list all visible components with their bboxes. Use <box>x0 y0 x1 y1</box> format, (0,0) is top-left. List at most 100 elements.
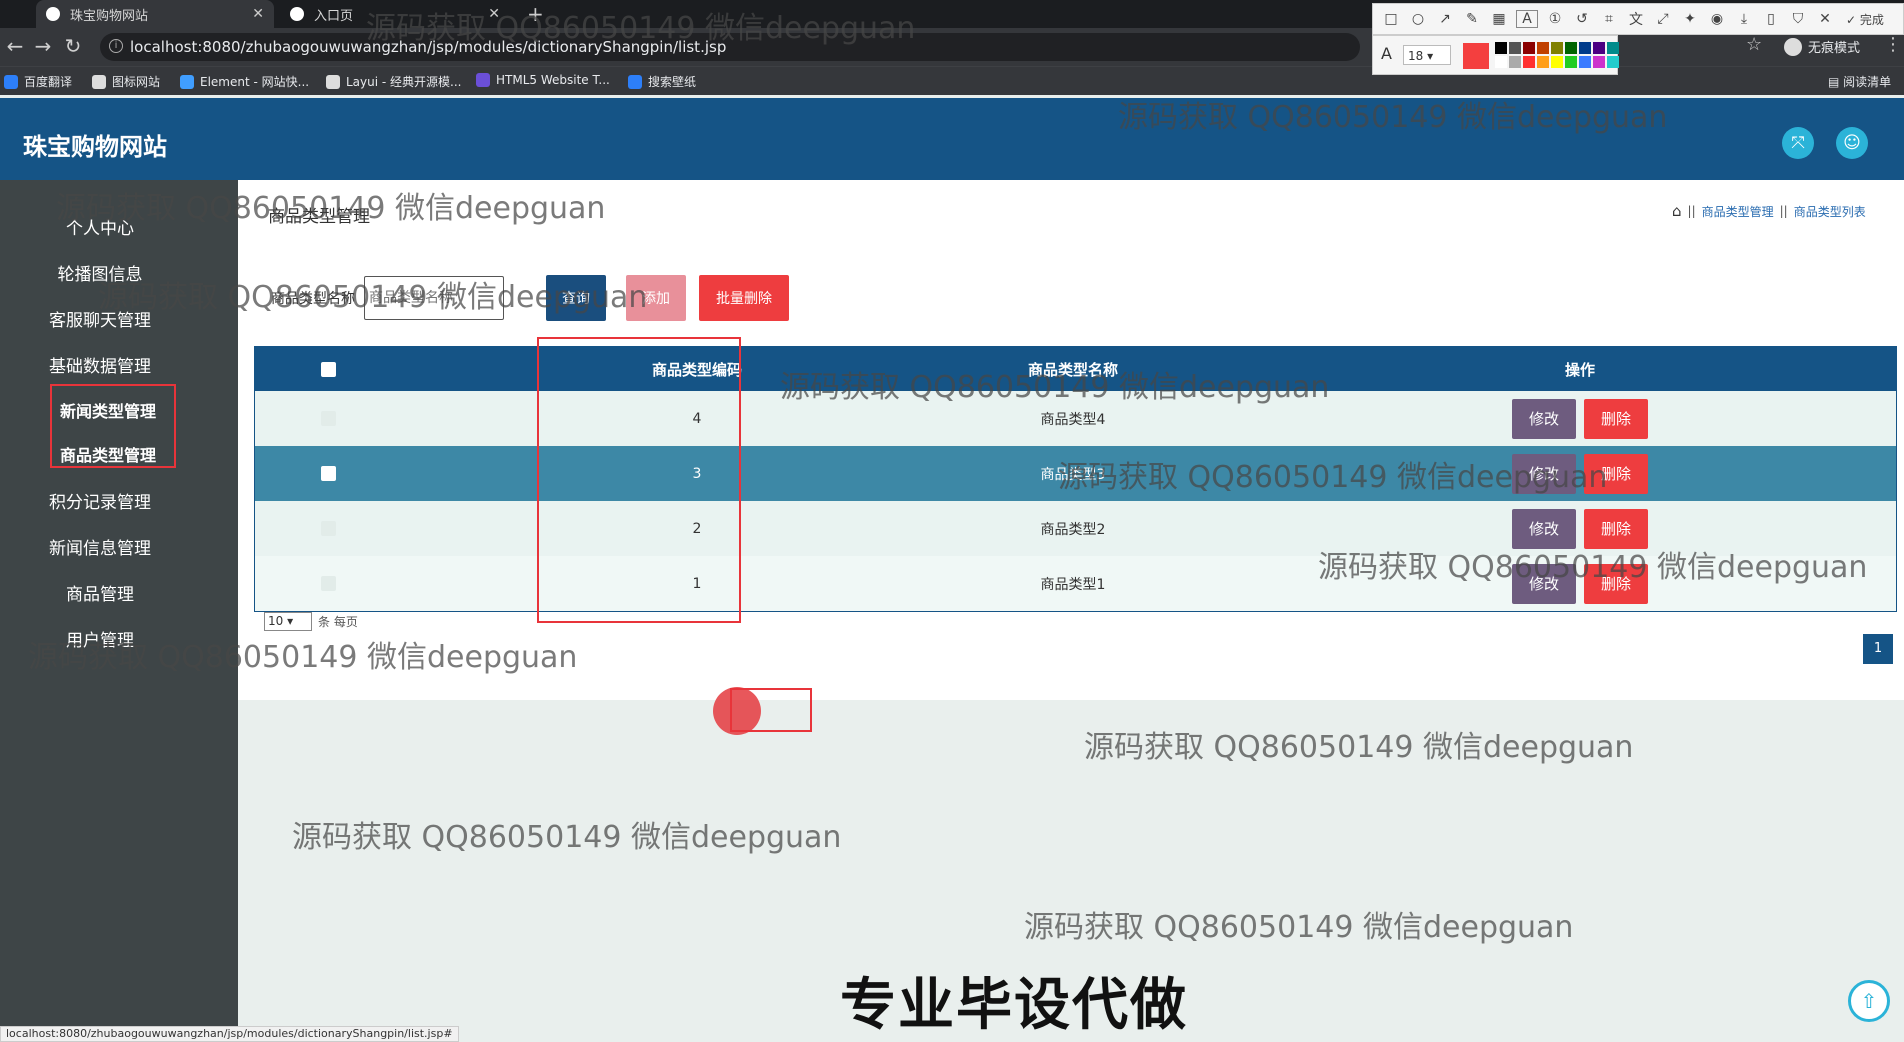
row-checkbox[interactable] <box>320 576 336 591</box>
bookmark-label: 图标网站 <box>112 75 161 89</box>
main-content: 商品类型管理 ⌂ || 商品类型管理 || 商品类型列表 商品类型名称 查询 添… <box>238 180 1904 700</box>
color-swatch[interactable] <box>1579 56 1591 68</box>
copy-icon[interactable]: ▯ <box>1761 11 1781 27</box>
pagination-page-1[interactable]: 1 <box>1863 634 1893 664</box>
text-tool-icon[interactable]: A <box>1516 10 1538 28</box>
site-title: 珠宝购物网站 <box>23 133 167 161</box>
bookmark-icon-site[interactable]: 图标网站 <box>92 73 160 90</box>
save-icon[interactable]: ⛉ <box>1788 11 1808 27</box>
color-swatch[interactable] <box>1593 42 1605 54</box>
cell-operation: 修改 删除 <box>1265 391 1895 446</box>
column-header-operation: 操作 <box>1564 360 1595 379</box>
bookmark-label: Layui - 经典开源模... <box>346 75 462 89</box>
cancel-icon[interactable]: ✕ <box>1815 11 1835 27</box>
color-swatch[interactable] <box>1509 56 1521 68</box>
pen-tool-icon[interactable]: ✎ <box>1462 11 1482 27</box>
color-palette <box>1495 42 1619 68</box>
fullscreen-icon[interactable]: ⤧ <box>1782 127 1814 159</box>
done-button[interactable]: ✓ 完成 <box>1846 11 1884 28</box>
bookmark-html5[interactable]: HTML5 Website T... <box>476 73 610 87</box>
reading-list-button[interactable]: ▤ 阅读清单 <box>1828 73 1891 90</box>
delete-button[interactable]: 删除 <box>1584 398 1648 439</box>
font-icon: A <box>1381 44 1392 63</box>
tab-active[interactable]: 珠宝购物网站 ✕ <box>36 0 274 28</box>
current-color-swatch[interactable] <box>1463 43 1489 69</box>
bookmark-wallpaper[interactable]: 搜索壁纸 <box>628 73 696 90</box>
select-all-checkbox[interactable] <box>320 361 336 377</box>
reading-list-label: 阅读清单 <box>1843 75 1892 89</box>
annotation-tool-row: □ ○ ↗ ✎ ▦ A ① ↺ ⌗ 文 ⤢ ✦ ◉ ⤓ ▯ ⛉ ✕ ✓ 完成 <box>1372 3 1904 35</box>
bookmark-label: 搜索壁纸 <box>648 75 697 89</box>
record-icon[interactable]: ◉ <box>1707 11 1727 27</box>
watermark-text: 源码获取 QQ86050149 微信deepguan <box>56 191 606 226</box>
html5-icon <box>476 73 490 87</box>
sidebar-item-points-record[interactable]: 积分记录管理 <box>0 488 200 513</box>
annotation-toolbar: □ ○ ↗ ✎ ▦ A ① ↺ ⌗ 文 ⤢ ✦ ◉ ⤓ ▯ ⛉ ✕ ✓ 完成 A… <box>1372 3 1904 75</box>
sidebar-item-basic-data[interactable]: 基础数据管理 <box>0 352 200 377</box>
watermark-text: 源码获取 QQ86050149 微信deepguan <box>98 280 648 315</box>
breadcrumb-item[interactable]: 商品类型管理 <box>1702 203 1774 220</box>
row-checkbox-cell <box>255 501 401 556</box>
site-info-icon[interactable]: i <box>109 39 123 53</box>
bookmark-label: HTML5 Website T... <box>496 73 610 87</box>
forward-arrow-icon[interactable]: → <box>30 34 56 58</box>
color-swatch[interactable] <box>1565 56 1577 68</box>
back-arrow-icon[interactable]: ← <box>2 34 28 58</box>
long-screenshot-icon[interactable]: ⤢ <box>1653 11 1673 27</box>
download-icon[interactable]: ⤓ <box>1734 11 1754 27</box>
row-checkbox[interactable] <box>320 521 336 536</box>
row-checkbox-cell <box>255 446 401 501</box>
edit-button[interactable]: 修改 <box>1512 398 1576 439</box>
page-size-select[interactable]: 10 ▾ <box>264 612 312 631</box>
rectangle-tool-icon[interactable]: □ <box>1381 11 1401 27</box>
color-swatch[interactable] <box>1607 42 1619 54</box>
color-swatch[interactable] <box>1495 42 1507 54</box>
row-checkbox[interactable] <box>320 411 336 426</box>
tab-label: 珠宝购物网站 <box>70 8 149 24</box>
sidebar-item-news-info[interactable]: 新闻信息管理 <box>0 534 200 559</box>
cell-name: 商品类型1 <box>1040 576 1106 593</box>
reload-icon[interactable]: ↻ <box>60 34 86 58</box>
color-swatch[interactable] <box>1565 42 1577 54</box>
bookmark-layui[interactable]: Layui - 经典开源模... <box>326 73 461 90</box>
color-swatch[interactable] <box>1523 42 1535 54</box>
breadcrumb-separator: || <box>1687 204 1696 218</box>
undo-icon[interactable]: ↺ <box>1572 11 1592 27</box>
batch-delete-button[interactable]: 批量删除 <box>699 275 789 321</box>
color-swatch[interactable] <box>1551 56 1563 68</box>
breadcrumb-separator: || <box>1779 204 1788 218</box>
pin-icon[interactable]: ✦ <box>1680 11 1700 27</box>
row-checkbox[interactable] <box>320 466 336 481</box>
select-all-cell <box>255 347 401 391</box>
color-swatch[interactable] <box>1495 56 1507 68</box>
arrow-tool-icon[interactable]: ↗ <box>1435 11 1455 27</box>
ocr-icon[interactable]: ⌗ <box>1599 11 1619 27</box>
ellipse-tool-icon[interactable]: ○ <box>1408 11 1428 27</box>
color-swatch[interactable] <box>1593 56 1605 68</box>
scroll-to-top-icon[interactable]: ⇧ <box>1848 980 1890 1022</box>
color-swatch[interactable] <box>1607 56 1619 68</box>
font-size-select[interactable]: 18 ▾ <box>1403 45 1451 65</box>
translate-icon[interactable]: 文 <box>1626 9 1646 29</box>
mosaic-tool-icon[interactable]: ▦ <box>1489 11 1509 27</box>
color-swatch[interactable] <box>1537 56 1549 68</box>
bookmark-element[interactable]: Element - 网站快... <box>180 73 309 90</box>
watermark-text: 源码获取 QQ86050149 微信deepguan <box>1118 100 1668 135</box>
color-swatch[interactable] <box>1509 42 1521 54</box>
color-swatch[interactable] <box>1523 56 1535 68</box>
number-tool-icon[interactable]: ① <box>1545 11 1565 27</box>
tab-label: 入口页 <box>314 8 354 24</box>
color-swatch[interactable] <box>1579 42 1591 54</box>
color-swatch[interactable] <box>1537 42 1549 54</box>
flag-icon <box>92 74 106 89</box>
highlight-box <box>537 337 741 623</box>
site-favicon-icon <box>46 7 60 21</box>
home-icon[interactable]: ⌂ <box>1672 202 1682 220</box>
font-size-value: 18 <box>1408 49 1424 63</box>
baidu-translate-icon <box>4 74 18 89</box>
bookmark-baidu-translate[interactable]: 百度翻译 <box>4 73 72 90</box>
close-tab-icon[interactable]: ✕ <box>252 6 264 22</box>
sidebar-item-products[interactable]: 商品管理 <box>0 580 200 605</box>
user-avatar-icon[interactable]: ☺ <box>1836 127 1868 159</box>
color-swatch[interactable] <box>1551 42 1563 54</box>
